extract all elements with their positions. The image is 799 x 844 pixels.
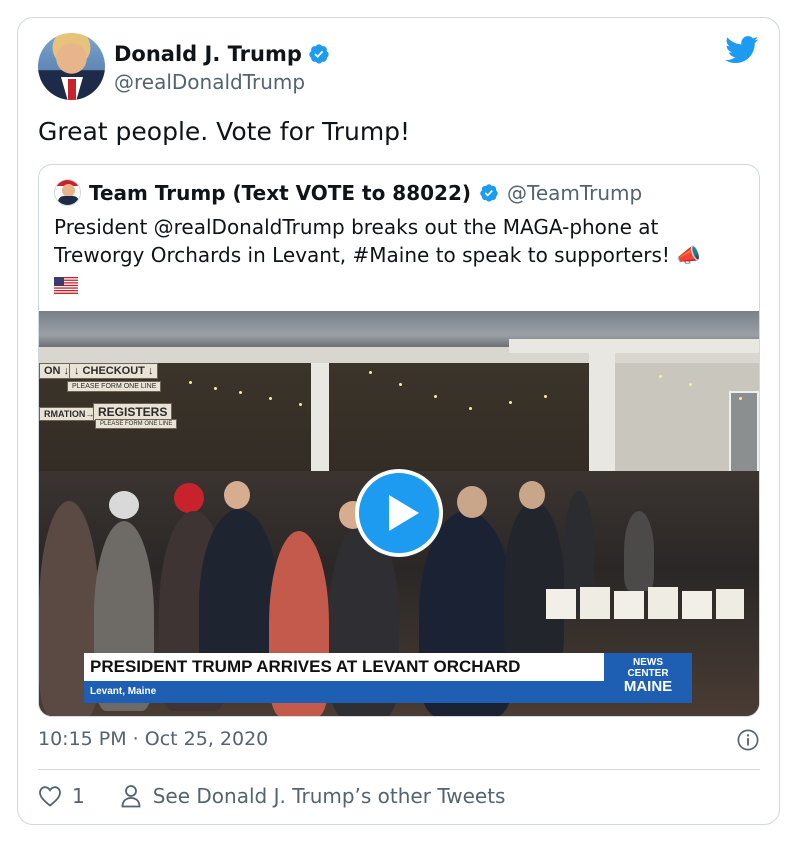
see-other-tweets-label: See Donald J. Trump’s other Tweets bbox=[152, 784, 506, 808]
logo-line-1: NEWS bbox=[633, 657, 663, 668]
play-button[interactable] bbox=[355, 469, 443, 557]
quoted-author-avatar[interactable] bbox=[54, 179, 81, 206]
verified-badge-icon bbox=[309, 44, 329, 64]
video-lower-third-title: PRESIDENT TRUMP ARRIVES AT LEVANT ORCHAR… bbox=[84, 653, 604, 681]
author-name[interactable]: Donald J. Trump bbox=[114, 42, 302, 66]
quoted-tweet[interactable]: Team Trump (Text VOTE to 88022) @TeamTru… bbox=[38, 164, 760, 717]
tweet-text: Great people. Vote for Trump! bbox=[38, 117, 411, 146]
video-lower-third-location: Levant, Maine bbox=[84, 681, 604, 703]
us-flag-icon bbox=[54, 277, 78, 294]
person-icon bbox=[121, 785, 141, 808]
author-handle[interactable]: @realDonaldTrump bbox=[114, 70, 305, 94]
quoted-author-handle[interactable]: @TeamTrump bbox=[507, 181, 642, 205]
video-sign: PLEASE FORM ONE LINE bbox=[95, 419, 178, 429]
quoted-text: President @realDonaldTrump breaks out th… bbox=[54, 215, 702, 267]
quoted-header: Team Trump (Text VOTE to 88022) @TeamTru… bbox=[54, 179, 642, 206]
video-player[interactable]: ON ↓ ↓ CHECKOUT ↓ PLEASE FORM ONE LINE R… bbox=[39, 311, 759, 716]
quoted-text-block: President @realDonaldTrump breaks out th… bbox=[54, 213, 744, 297]
heart-icon bbox=[39, 786, 61, 807]
quoted-author-name[interactable]: Team Trump (Text VOTE to 88022) bbox=[89, 181, 471, 205]
verified-badge-icon bbox=[480, 183, 498, 202]
news-center-maine-logo: NEWS CENTER MAINE bbox=[604, 653, 692, 703]
video-sign: ↓ CHECKOUT ↓ bbox=[69, 363, 159, 379]
info-icon[interactable] bbox=[737, 729, 759, 751]
like-button[interactable]: 1 bbox=[38, 784, 85, 808]
video-sign: PLEASE FORM ONE LINE bbox=[67, 381, 162, 392]
see-other-tweets-link[interactable]: See Donald J. Trump’s other Tweets bbox=[121, 784, 506, 808]
twitter-bird-icon[interactable] bbox=[725, 36, 759, 64]
tweet-card: Donald J. Trump @realDonaldTrump Great p… bbox=[17, 17, 780, 825]
video-sign: RMATION→ bbox=[39, 407, 100, 421]
author-avatar[interactable] bbox=[38, 33, 105, 100]
divider bbox=[38, 769, 760, 770]
video-beam bbox=[509, 339, 759, 353]
author-name-row: Donald J. Trump bbox=[114, 42, 330, 66]
video-bags bbox=[546, 587, 744, 619]
like-count: 1 bbox=[72, 784, 85, 808]
tweet-actions: 1 See Donald J. Trump’s other Tweets bbox=[38, 784, 505, 808]
logo-line-3: MAINE bbox=[623, 678, 673, 695]
tweet-timestamp[interactable]: 10:15 PM · Oct 25, 2020 bbox=[38, 728, 268, 750]
play-icon bbox=[389, 495, 419, 531]
